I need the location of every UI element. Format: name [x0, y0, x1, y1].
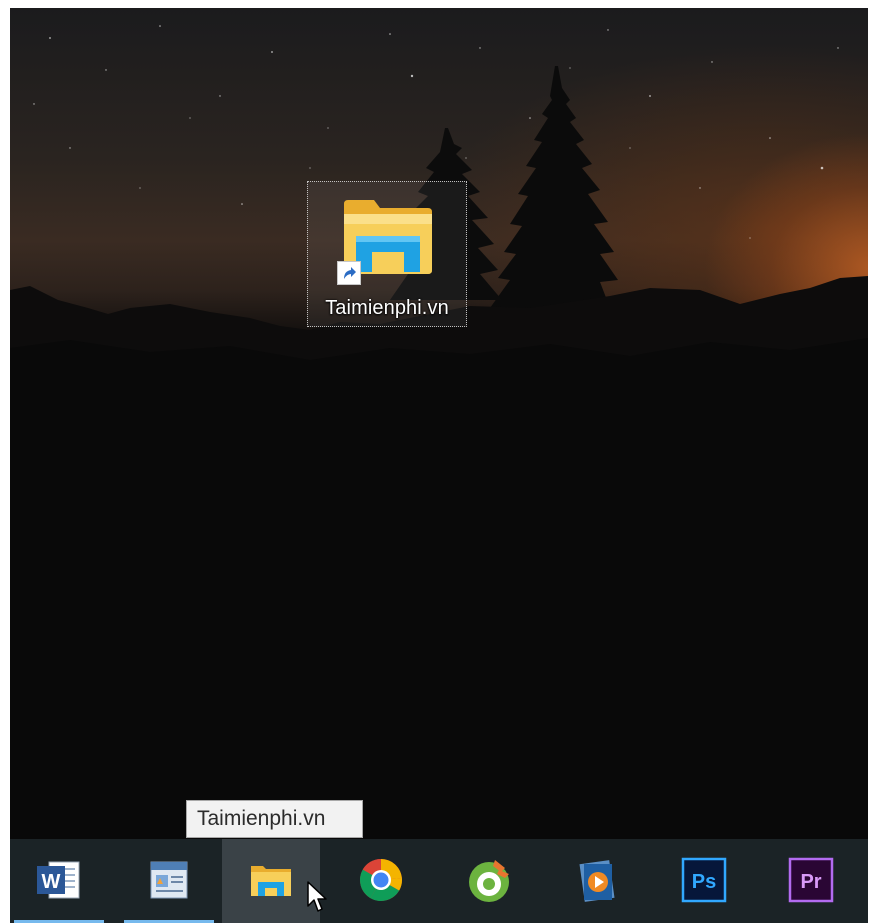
media-player-icon — [579, 860, 615, 902]
coccoc-icon — [469, 860, 509, 902]
publisher-icon — [150, 861, 188, 899]
desktop-shortcut-label: Taimienphi.vn — [325, 297, 449, 319]
premiere-glyph: Pr — [800, 871, 821, 893]
taskbar-button-premiere[interactable]: Pr — [762, 839, 860, 923]
taskbar: W Ps Pr — [10, 839, 868, 923]
mountain-silhouette — [10, 66, 868, 839]
photoshop-glyph: Ps — [692, 871, 716, 893]
taskbar-button-word[interactable]: W — [10, 839, 108, 923]
photoshop-icon: Ps — [681, 857, 727, 903]
chrome-icon — [359, 859, 402, 902]
mouse-cursor-icon — [307, 881, 327, 912]
shortcut-arrow-icon — [337, 261, 361, 285]
file-explorer-icon — [251, 866, 291, 896]
taskbar-button-photoshop[interactable]: Ps — [655, 839, 753, 923]
desktop-wallpaper[interactable]: Taimienphi.vn — [10, 8, 868, 839]
desktop-shortcut-taimienphi[interactable]: Taimienphi.vn — [307, 181, 467, 327]
taskbar-button-coccoc[interactable] — [440, 839, 538, 923]
taskbar-tooltip: Taimienphi.vn — [186, 800, 363, 838]
taskbar-button-media-player[interactable] — [548, 839, 646, 923]
premiere-icon: Pr — [788, 857, 834, 903]
taskbar-button-chrome[interactable] — [332, 839, 430, 923]
word-glyph: W — [42, 871, 61, 893]
taskbar-button-publisher[interactable] — [120, 839, 218, 923]
word-icon: W — [37, 861, 80, 899]
